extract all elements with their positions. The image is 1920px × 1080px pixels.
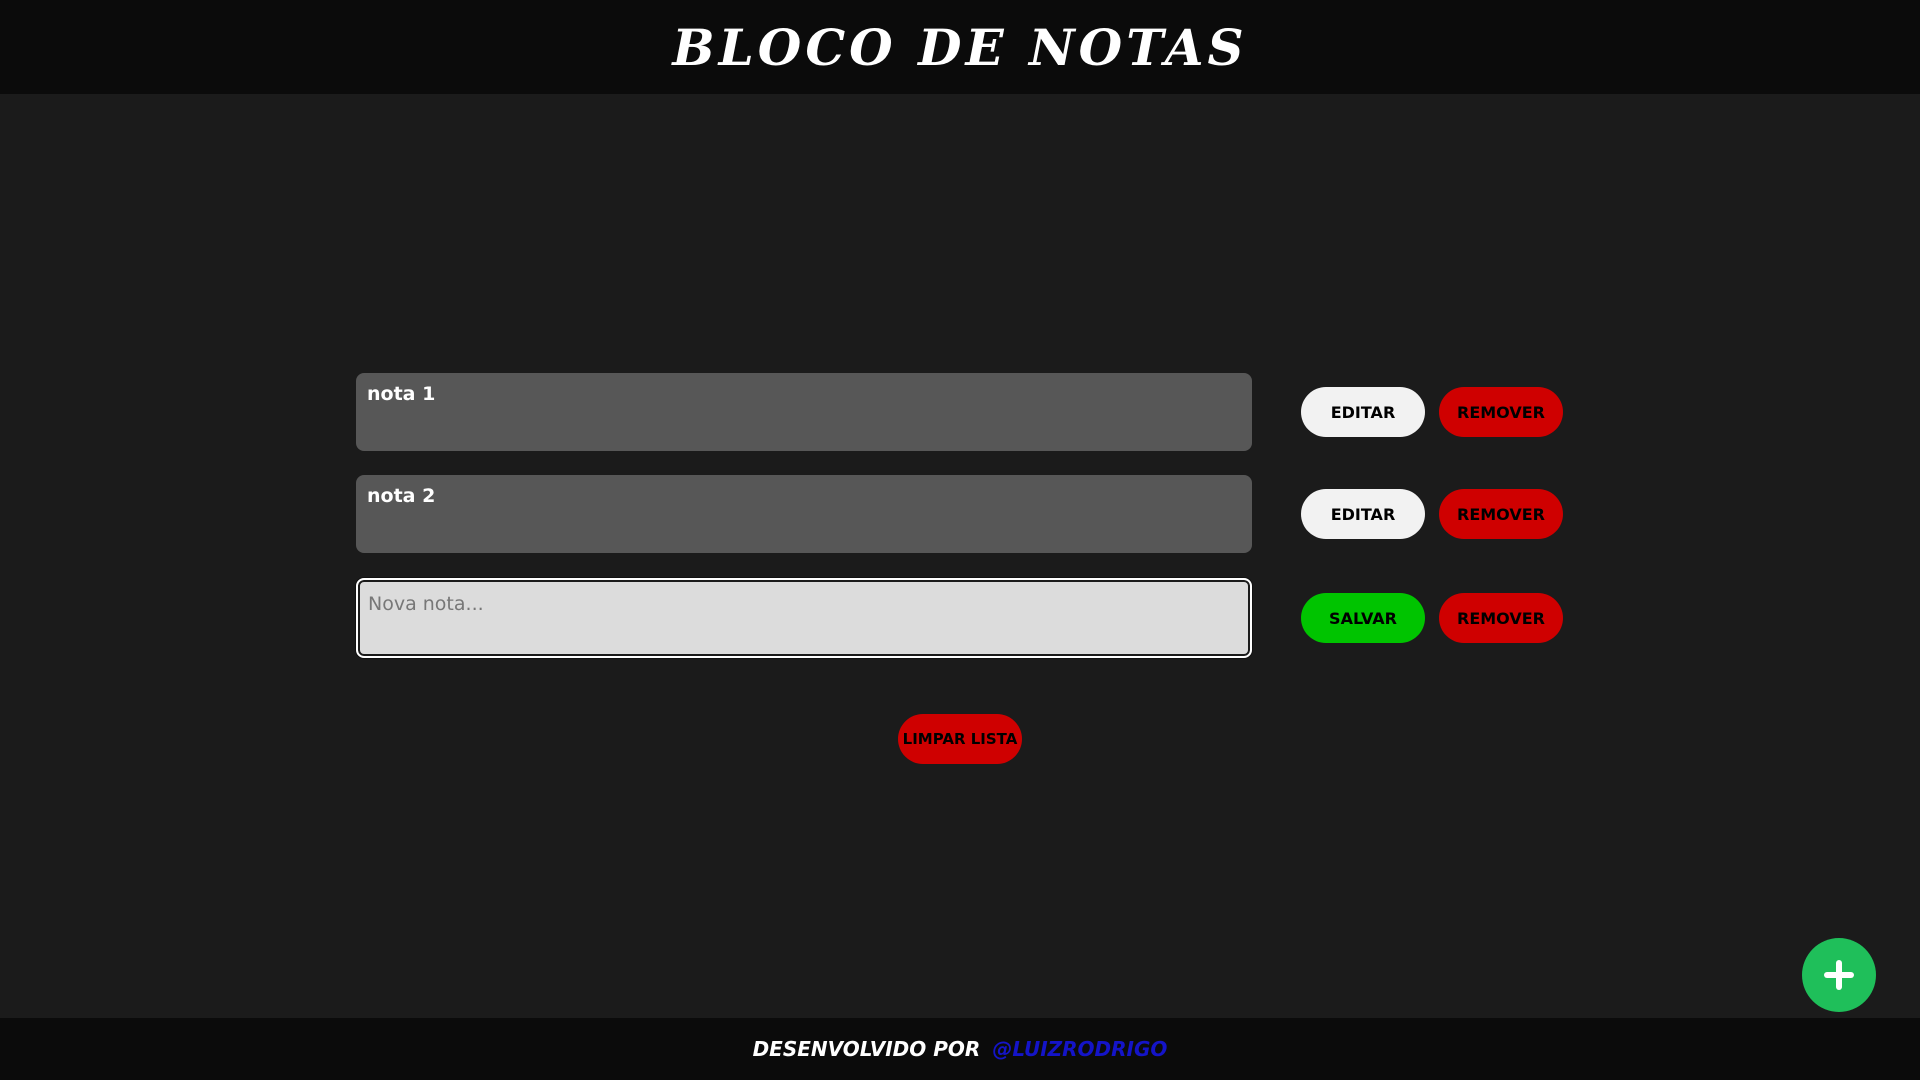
footer: DESENVOLVIDO POR @LUIZRODRIGO xyxy=(0,1018,1920,1080)
new-note-input[interactable] xyxy=(356,578,1252,658)
remove-button[interactable]: REMOVER xyxy=(1439,593,1563,643)
page-title: BLOCO DE NOTAS xyxy=(672,17,1248,77)
app: BLOCO DE NOTAS nota 1 EDITAR REMOVER not… xyxy=(0,0,1920,1080)
remove-button[interactable]: REMOVER xyxy=(1439,387,1563,437)
note-row: nota 1 EDITAR REMOVER xyxy=(356,373,1566,451)
notes-area: nota 1 EDITAR REMOVER nota 2 EDITAR REMO… xyxy=(0,94,1920,1018)
footer-text: DESENVOLVIDO POR xyxy=(752,1037,981,1061)
save-button[interactable]: SALVAR xyxy=(1301,593,1425,643)
plus-icon xyxy=(1824,960,1854,990)
note-text[interactable]: nota 1 xyxy=(356,373,1252,451)
author-link[interactable]: @LUIZRODRIGO xyxy=(992,1037,1167,1061)
edit-button[interactable]: EDITAR xyxy=(1301,489,1425,539)
remove-button[interactable]: REMOVER xyxy=(1439,489,1563,539)
note-row: nota 2 EDITAR REMOVER xyxy=(356,475,1566,553)
add-note-button[interactable] xyxy=(1802,938,1876,1012)
note-text[interactable]: nota 2 xyxy=(356,475,1252,553)
new-note-row: SALVAR REMOVER xyxy=(356,578,1566,658)
edit-button[interactable]: EDITAR xyxy=(1301,387,1425,437)
header-bar: BLOCO DE NOTAS xyxy=(0,0,1920,94)
clear-list-button[interactable]: LIMPAR LISTA xyxy=(898,714,1022,764)
